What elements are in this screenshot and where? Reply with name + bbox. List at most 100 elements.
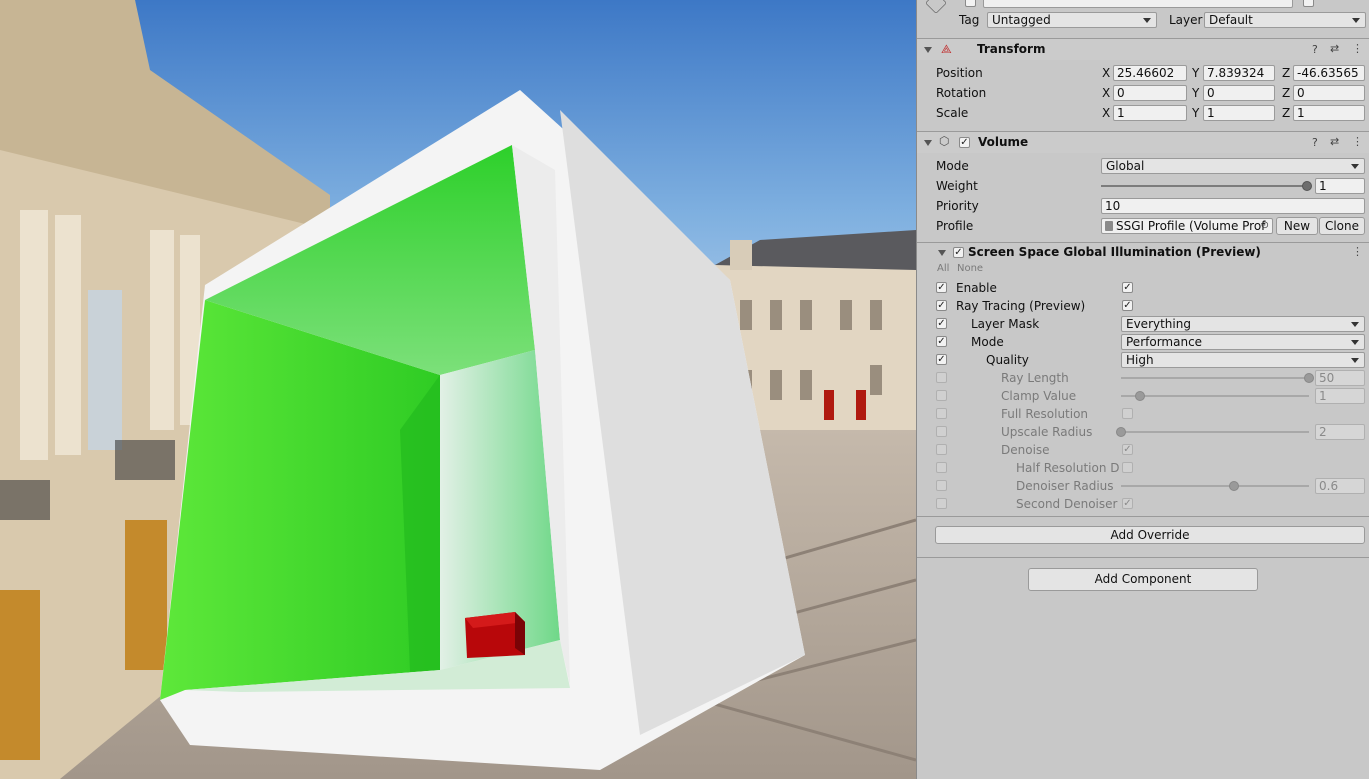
denoiser-radius-slider-track (1121, 485, 1309, 487)
all-toggle[interactable]: All (937, 263, 949, 274)
ssgi-title: Screen Space Global Illumination (Previe… (968, 245, 1261, 259)
override-layer-mask-checkbox[interactable]: ✓ (936, 318, 947, 329)
weight-slider-thumb[interactable] (1302, 181, 1312, 191)
mode-dropdown[interactable]: Performance (1121, 334, 1365, 350)
override-quality-checkbox[interactable]: ✓ (936, 354, 947, 365)
clamp-value-label: Clamp Value (1001, 389, 1077, 403)
ssgi-enabled-checkbox[interactable]: ✓ (953, 247, 964, 258)
context-menu-icon[interactable]: ⋮ (1352, 42, 1363, 55)
enable-label: Enable (956, 281, 997, 295)
none-toggle[interactable]: None (957, 263, 983, 274)
override-upscale-radius-checkbox[interactable] (936, 426, 947, 437)
scale-z-axis: Z (1282, 106, 1291, 120)
ssgi-header[interactable]: ✓ Screen Space Global Illumination (Prev… (917, 242, 1369, 263)
layer-mask-dropdown[interactable]: Everything (1121, 316, 1365, 332)
rotation-x-field[interactable]: 0 (1113, 85, 1187, 101)
volume-enabled-checkbox[interactable]: ✓ (959, 137, 970, 148)
scale-y-axis: Y (1192, 106, 1200, 120)
position-y-field[interactable]: 7.839324 (1203, 65, 1275, 81)
foldout-icon[interactable] (938, 250, 946, 256)
weight-slider-track[interactable] (1101, 185, 1307, 187)
foldout-icon[interactable] (924, 47, 932, 53)
tag-value: Untagged (992, 13, 1051, 27)
volume-mode-label: Mode (936, 159, 969, 173)
override-denoise-checkbox[interactable] (936, 444, 947, 455)
denoise-checkbox: ✓ (1122, 444, 1133, 455)
context-menu-icon[interactable]: ⋮ (1352, 245, 1363, 258)
ray-tracing-label: Ray Tracing (Preview) (956, 299, 1086, 313)
quality-dropdown[interactable]: High (1121, 352, 1365, 368)
denoise-label: Denoise (1001, 443, 1050, 457)
gameobject-name-field[interactable] (983, 0, 1293, 8)
context-menu-icon[interactable]: ⋮ (1352, 135, 1363, 148)
override-ray-tracing-checkbox[interactable]: ✓ (936, 300, 947, 311)
inspector-panel: Tag Untagged Layer Default ⟁ Transform ?… (916, 0, 1369, 779)
position-z-axis: Z (1282, 66, 1291, 80)
object-picker-icon[interactable]: ⊙ (1261, 219, 1269, 233)
priority-field[interactable]: 10 (1101, 198, 1365, 214)
profile-label: Profile (936, 219, 974, 233)
override-second-denoiser-checkbox[interactable] (936, 498, 947, 509)
layer-dropdown[interactable]: Default (1204, 12, 1366, 28)
second-denoiser-checkbox: ✓ (1122, 498, 1133, 509)
preset-icon[interactable]: ⇄ (1330, 135, 1339, 148)
scale-z-field[interactable]: 1 (1293, 105, 1365, 121)
help-icon[interactable]: ? (1312, 43, 1318, 56)
static-checkbox[interactable] (1303, 0, 1314, 7)
full-resolution-label: Full Resolution (1001, 407, 1089, 421)
ray-tracing-checkbox[interactable]: ✓ (1122, 300, 1133, 311)
denoiser-radius-slider-thumb (1228, 481, 1239, 491)
help-icon[interactable]: ? (1312, 136, 1318, 149)
override-half-resolution-checkbox[interactable] (936, 462, 947, 473)
quality-value: High (1126, 353, 1154, 367)
override-ray-length-checkbox[interactable] (936, 372, 947, 383)
gameobject-active-checkbox[interactable] (965, 0, 976, 7)
chevron-down-icon (1351, 322, 1359, 327)
gameobject-icon (925, 0, 947, 14)
chevron-down-icon (1352, 18, 1360, 23)
position-label: Position (936, 66, 983, 80)
upscale-radius-field: 2 (1315, 424, 1365, 440)
position-x-field[interactable]: 25.46602 (1113, 65, 1187, 81)
ray-length-slider-track (1121, 377, 1309, 379)
override-denoiser-radius-checkbox[interactable] (936, 480, 947, 491)
transform-header[interactable]: ⟁ Transform ? ⇄ ⋮ (917, 38, 1369, 60)
override-full-resolution-checkbox[interactable] (936, 408, 947, 419)
preset-icon[interactable]: ⇄ (1330, 42, 1339, 55)
weight-field[interactable]: 1 (1315, 178, 1365, 194)
divider (917, 557, 1369, 558)
enable-checkbox[interactable]: ✓ (1122, 282, 1133, 293)
rotation-z-axis: Z (1282, 86, 1291, 100)
rotation-y-field[interactable]: 0 (1203, 85, 1275, 101)
upscale-radius-label: Upscale Radius (1001, 425, 1093, 439)
layer-mask-value: Everything (1126, 317, 1191, 331)
position-x-axis: X (1102, 66, 1111, 80)
foldout-icon[interactable] (924, 140, 932, 146)
override-enable-checkbox[interactable]: ✓ (936, 282, 947, 293)
upscale-radius-slider-track (1121, 431, 1309, 433)
add-component-button[interactable]: Add Component (1028, 568, 1258, 591)
scene-view[interactable] (0, 0, 916, 779)
profile-field[interactable]: SSGI Profile (Volume Prof ⊙ (1101, 218, 1273, 234)
new-profile-button[interactable]: New (1276, 217, 1318, 235)
scale-x-field[interactable]: 1 (1113, 105, 1187, 121)
asset-icon (1105, 221, 1113, 231)
position-y-axis: Y (1192, 66, 1200, 80)
volume-header[interactable]: ⬡ ✓ Volume ? ⇄ ⋮ (917, 131, 1369, 153)
volume-mode-dropdown[interactable]: Global (1101, 158, 1365, 174)
add-override-button[interactable]: Add Override (935, 526, 1365, 544)
override-clamp-value-checkbox[interactable] (936, 390, 947, 401)
scale-x-axis: X (1102, 106, 1111, 120)
clone-profile-button[interactable]: Clone (1319, 217, 1365, 235)
position-z-field[interactable]: -46.63565 (1293, 65, 1365, 81)
scale-y-field[interactable]: 1 (1203, 105, 1275, 121)
ray-length-slider-thumb (1304, 373, 1314, 383)
rotation-x-axis: X (1102, 86, 1111, 100)
volume-mode-value: Global (1106, 159, 1145, 173)
rotation-z-field[interactable]: 0 (1293, 85, 1365, 101)
upscale-radius-slider-thumb (1116, 427, 1126, 437)
clamp-value-slider-track (1121, 395, 1309, 397)
tag-dropdown[interactable]: Untagged (987, 12, 1157, 28)
ray-length-label: Ray Length (1001, 371, 1069, 385)
override-mode-checkbox[interactable]: ✓ (936, 336, 947, 347)
